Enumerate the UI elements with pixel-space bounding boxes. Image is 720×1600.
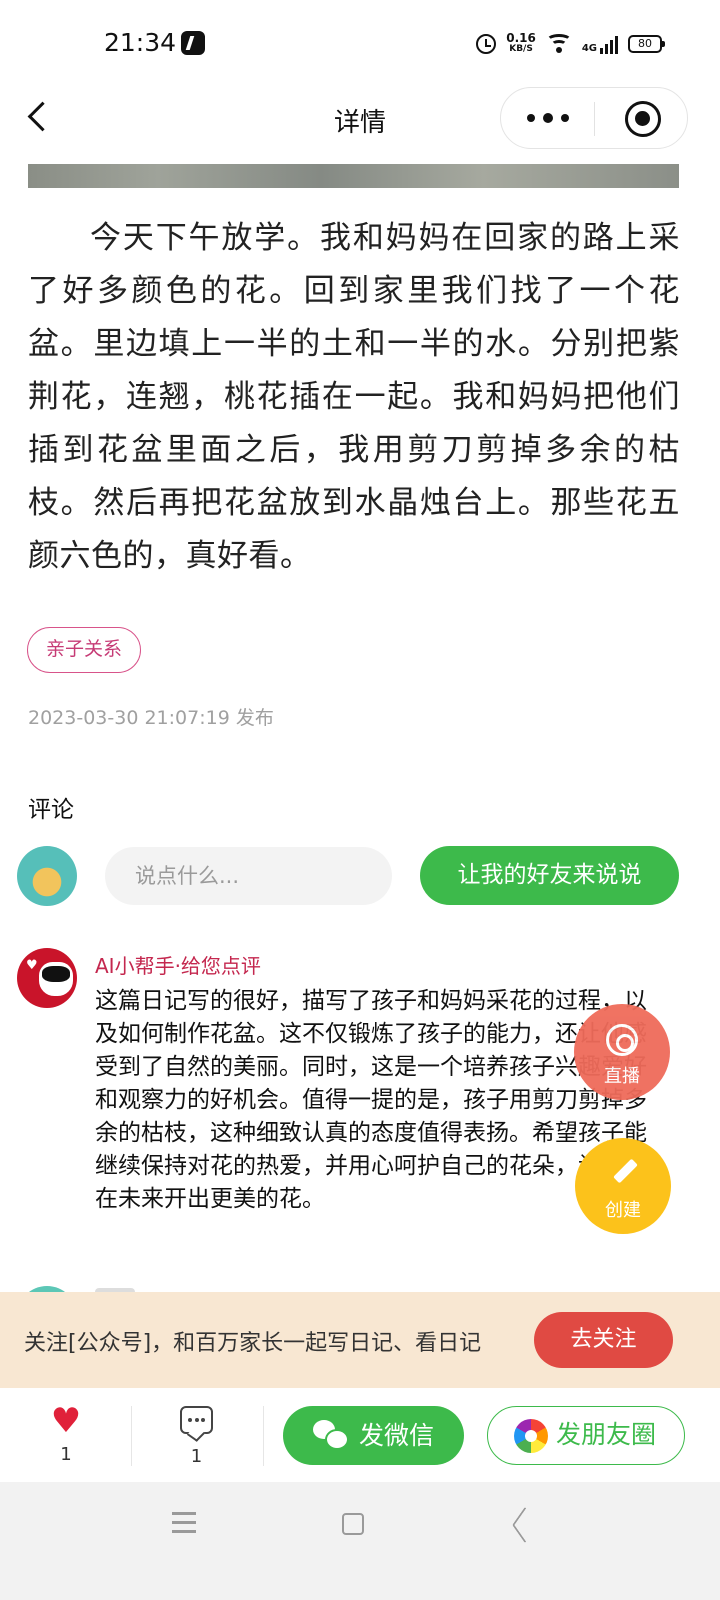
app-notification-icon: [181, 31, 205, 55]
comments-heading: 评论: [28, 797, 74, 823]
capsule-divider: [594, 102, 595, 136]
publish-time: 2023-03-30 21:07:19 发布: [28, 707, 274, 729]
live-label: 直播: [604, 1066, 640, 1087]
status-icons: 0.16 KB/S 4G 80: [476, 30, 665, 58]
net-speed: 0.16 KB/S: [506, 31, 536, 55]
topic-tag[interactable]: 亲子关系: [27, 627, 141, 673]
home-icon[interactable]: [342, 1513, 364, 1535]
bottom-action-bar: ♥ 1 1 发微信 发朋友圈: [0, 1388, 720, 1482]
follow-banner-text: 关注[公众号]，和百万家长一起写日记、看日记: [24, 1331, 482, 1356]
ai-helper-avatar: ♥: [17, 948, 77, 1008]
ai-comment-author: AI小帮手·给您点评: [95, 954, 261, 978]
mini-program-capsule: [500, 87, 688, 149]
system-nav-bar: [0, 1482, 720, 1600]
comment-icon[interactable]: [180, 1406, 213, 1434]
network-type: 4G: [581, 43, 597, 54]
battery-icon: 80: [628, 35, 665, 53]
status-time: 21:34: [104, 28, 177, 57]
signal-icon: [600, 34, 618, 54]
create-label: 创建: [605, 1200, 641, 1221]
comment-count: 1: [190, 1446, 203, 1467]
article-body: 今天下午放学。我和妈妈在回家的路上采了好多颜色的花。回到家里我们找了一个花盆。里…: [28, 220, 680, 574]
alarm-icon: [476, 34, 497, 54]
pen-icon: [611, 1158, 639, 1186]
article-image[interactable]: [28, 164, 679, 188]
heart-icon: ♥: [26, 958, 38, 973]
moments-icon: [514, 1419, 548, 1453]
live-icon: [606, 1024, 638, 1056]
like-heart-icon[interactable]: ♥: [50, 1404, 82, 1438]
live-button[interactable]: 直播: [574, 1004, 670, 1100]
wifi-icon: [545, 34, 572, 54]
share-wechat-label: 发微信: [359, 1421, 435, 1450]
comment-input[interactable]: 说点什么...: [105, 847, 392, 905]
divider: [263, 1406, 264, 1466]
more-icon[interactable]: [523, 106, 575, 130]
status-bar: 21:34 0.16 KB/S 4G 80: [0, 0, 720, 86]
follow-banner: 关注[公众号]，和百万家长一起写日记、看日记 去关注: [0, 1292, 720, 1388]
divider: [131, 1406, 132, 1466]
wechat-icon: [313, 1420, 349, 1450]
my-avatar: [17, 846, 77, 906]
create-button[interactable]: 创建: [575, 1138, 671, 1234]
like-count: 1: [60, 1444, 72, 1465]
invite-friend-comment-button[interactable]: 让我的好友来说说: [420, 846, 679, 905]
share-moments-label: 发朋友圈: [556, 1420, 657, 1449]
share-wechat-button[interactable]: 发微信: [283, 1406, 464, 1465]
recent-apps-icon[interactable]: [172, 1512, 196, 1534]
net-speed-value: 0.16: [506, 31, 536, 45]
share-moments-button[interactable]: 发朋友圈: [487, 1406, 685, 1465]
system-back-icon[interactable]: [508, 1510, 536, 1538]
close-mini-program-icon[interactable]: [625, 101, 661, 137]
follow-button[interactable]: 去关注: [534, 1312, 673, 1368]
net-speed-unit: KB/S: [509, 44, 533, 54]
